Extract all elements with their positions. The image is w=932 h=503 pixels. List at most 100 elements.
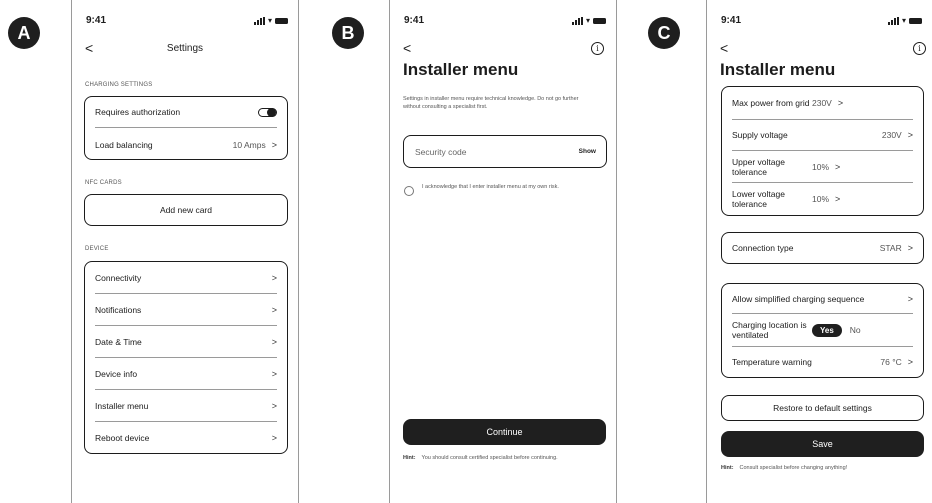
connection-type-value: STAR [879,243,902,253]
section-label-nfc: NFC CARDS [85,180,122,186]
max-power-label: Max power from grid [732,98,810,108]
status-time: 9:41 [721,15,742,26]
signal-icon [571,16,583,25]
ventilated-yes-option[interactable]: Yes [812,323,842,337]
wifi-icon: ▾ [267,16,272,25]
device-item-notifications[interactable]: Notifications > [95,294,277,326]
panel-a-badge: A [8,17,40,49]
back-button[interactable]: < [403,40,411,56]
requires-authorization-toggle[interactable] [258,107,277,117]
security-code-input[interactable]: Security code [415,147,467,157]
phone-installer-login: 9:41 ▾ < i Installer menu Settings in in… [389,0,617,503]
device-group: Connectivity > Notifications > Date & Ti… [84,261,288,454]
battery-icon [909,17,922,24]
connection-type-group[interactable]: Connection type STAR > [721,232,924,264]
hint: Hint: You should consult certified speci… [403,455,593,463]
continue-button[interactable]: Continue [403,419,606,445]
chevron-right-icon: > [271,400,277,411]
acknowledge-radio[interactable] [404,186,414,196]
voltage-settings-group: Max power from grid 230V > Supply voltag… [721,86,924,216]
signal-icon [887,16,899,25]
chevron-right-icon: > [271,272,277,283]
requires-authorization-row[interactable]: Requires authorization [95,97,277,128]
device-item-label: Installer menu [95,400,149,411]
upper-voltage-value: 10% [812,161,830,172]
status-bar: 9:41 ▾ [72,15,298,29]
hint-text: You should consult certified specialist … [421,455,558,461]
security-code-field[interactable]: Security code Show [403,135,607,168]
status-time: 9:41 [404,15,425,26]
restore-defaults-button[interactable]: Restore to default settings [721,395,924,421]
phone-settings: 9:41 ▾ < Settings CHARGING SETTINGS Requ… [71,0,299,503]
chevron-right-icon: > [271,368,277,379]
upper-voltage-label: Upper voltage tolerance [732,156,785,177]
status-icons: ▾ [253,16,288,25]
chevron-right-icon: > [835,194,841,204]
load-balancing-row[interactable]: Load balancing 10 Amps > [95,129,277,160]
status-time: 9:41 [86,15,107,26]
connection-type-row[interactable]: Connection type STAR > [732,233,913,263]
save-button[interactable]: Save [721,431,924,457]
hint-label: Hint: [721,465,734,471]
device-item-label: Notifications [95,304,142,315]
chevron-right-icon: > [271,139,277,150]
hint: Hint: Consult specialist before changing… [721,465,921,473]
chevron-right-icon: > [271,433,277,443]
chevron-right-icon: > [907,293,913,304]
chevron-right-icon: > [835,161,841,172]
battery-icon [593,17,606,24]
device-item-label: Reboot device [95,433,150,443]
ventilated-no-option[interactable]: No [850,325,861,335]
status-icons: ▾ [571,16,606,25]
page-title: Installer menu [720,60,836,79]
hint-text: Consult specialist before changing anyth… [739,465,848,471]
device-item-reboot-device[interactable]: Reboot device > [95,422,277,454]
device-item-installer-menu[interactable]: Installer menu > [95,390,277,422]
charging-options-group: Allow simplified charging sequence > Cha… [721,283,924,378]
chevron-right-icon: > [837,98,844,108]
temperature-warning-value: 76 °C [880,357,902,367]
signal-icon [253,16,265,25]
section-label-charging: CHARGING SETTINGS [85,82,153,88]
device-item-label: Connectivity [95,272,142,283]
lower-voltage-label: Lower voltage tolerance [732,189,785,209]
info-icon[interactable]: i [913,42,926,55]
back-button[interactable]: < [720,40,728,56]
load-balancing-label: Load balancing [95,139,153,150]
device-item-connectivity[interactable]: Connectivity > [95,262,277,294]
load-balancing-value: 10 Amps [232,139,266,150]
chevron-right-icon: > [907,357,913,367]
chevron-right-icon: > [907,130,913,140]
device-item-date-time[interactable]: Date & Time > [95,326,277,358]
wifi-icon: ▾ [901,16,906,25]
status-bar: 9:41 ▾ [390,15,616,29]
status-icons: ▾ [887,16,922,25]
upper-voltage-row[interactable]: Upper voltage tolerance 10% > [732,151,913,183]
chevron-right-icon: > [271,304,277,315]
phone-installer-menu: 9:41 ▾ < i Installer menu Max power from… [706,0,932,503]
page-title: Settings [166,43,204,54]
add-new-card-button[interactable]: Add new card [84,194,288,226]
lower-voltage-row[interactable]: Lower voltage tolerance 10% > [732,183,913,215]
max-power-value: 230V [812,98,832,108]
wifi-icon: ▾ [585,16,590,25]
temperature-warning-row[interactable]: Temperature warning 76 °C > [732,347,913,377]
panel-c-badge: C [648,17,680,49]
chevron-right-icon: > [907,243,913,253]
info-icon[interactable]: i [591,42,604,55]
panel-b-badge: B [332,17,364,49]
supply-voltage-value: 230V [881,130,902,140]
show-button[interactable]: Show [579,148,596,155]
simplified-charging-row[interactable]: Allow simplified charging sequence > [732,284,913,314]
requires-authorization-label: Requires authorization [95,107,181,117]
ventilated-label: Charging location is ventilated [732,320,807,340]
device-item-label: Date & Time [95,336,142,347]
status-bar: 9:41 ▾ [707,15,932,29]
device-item-device-info[interactable]: Device info > [95,358,277,390]
simplified-charging-label: Allow simplified charging sequence [732,293,865,304]
temperature-warning-label: Temperature warning [732,357,812,367]
supply-voltage-row[interactable]: Supply voltage 230V > [732,120,913,151]
max-power-row[interactable]: Max power from grid 230V > [732,87,913,120]
chevron-right-icon: > [271,336,277,347]
section-label-device: DEVICE [85,246,109,252]
